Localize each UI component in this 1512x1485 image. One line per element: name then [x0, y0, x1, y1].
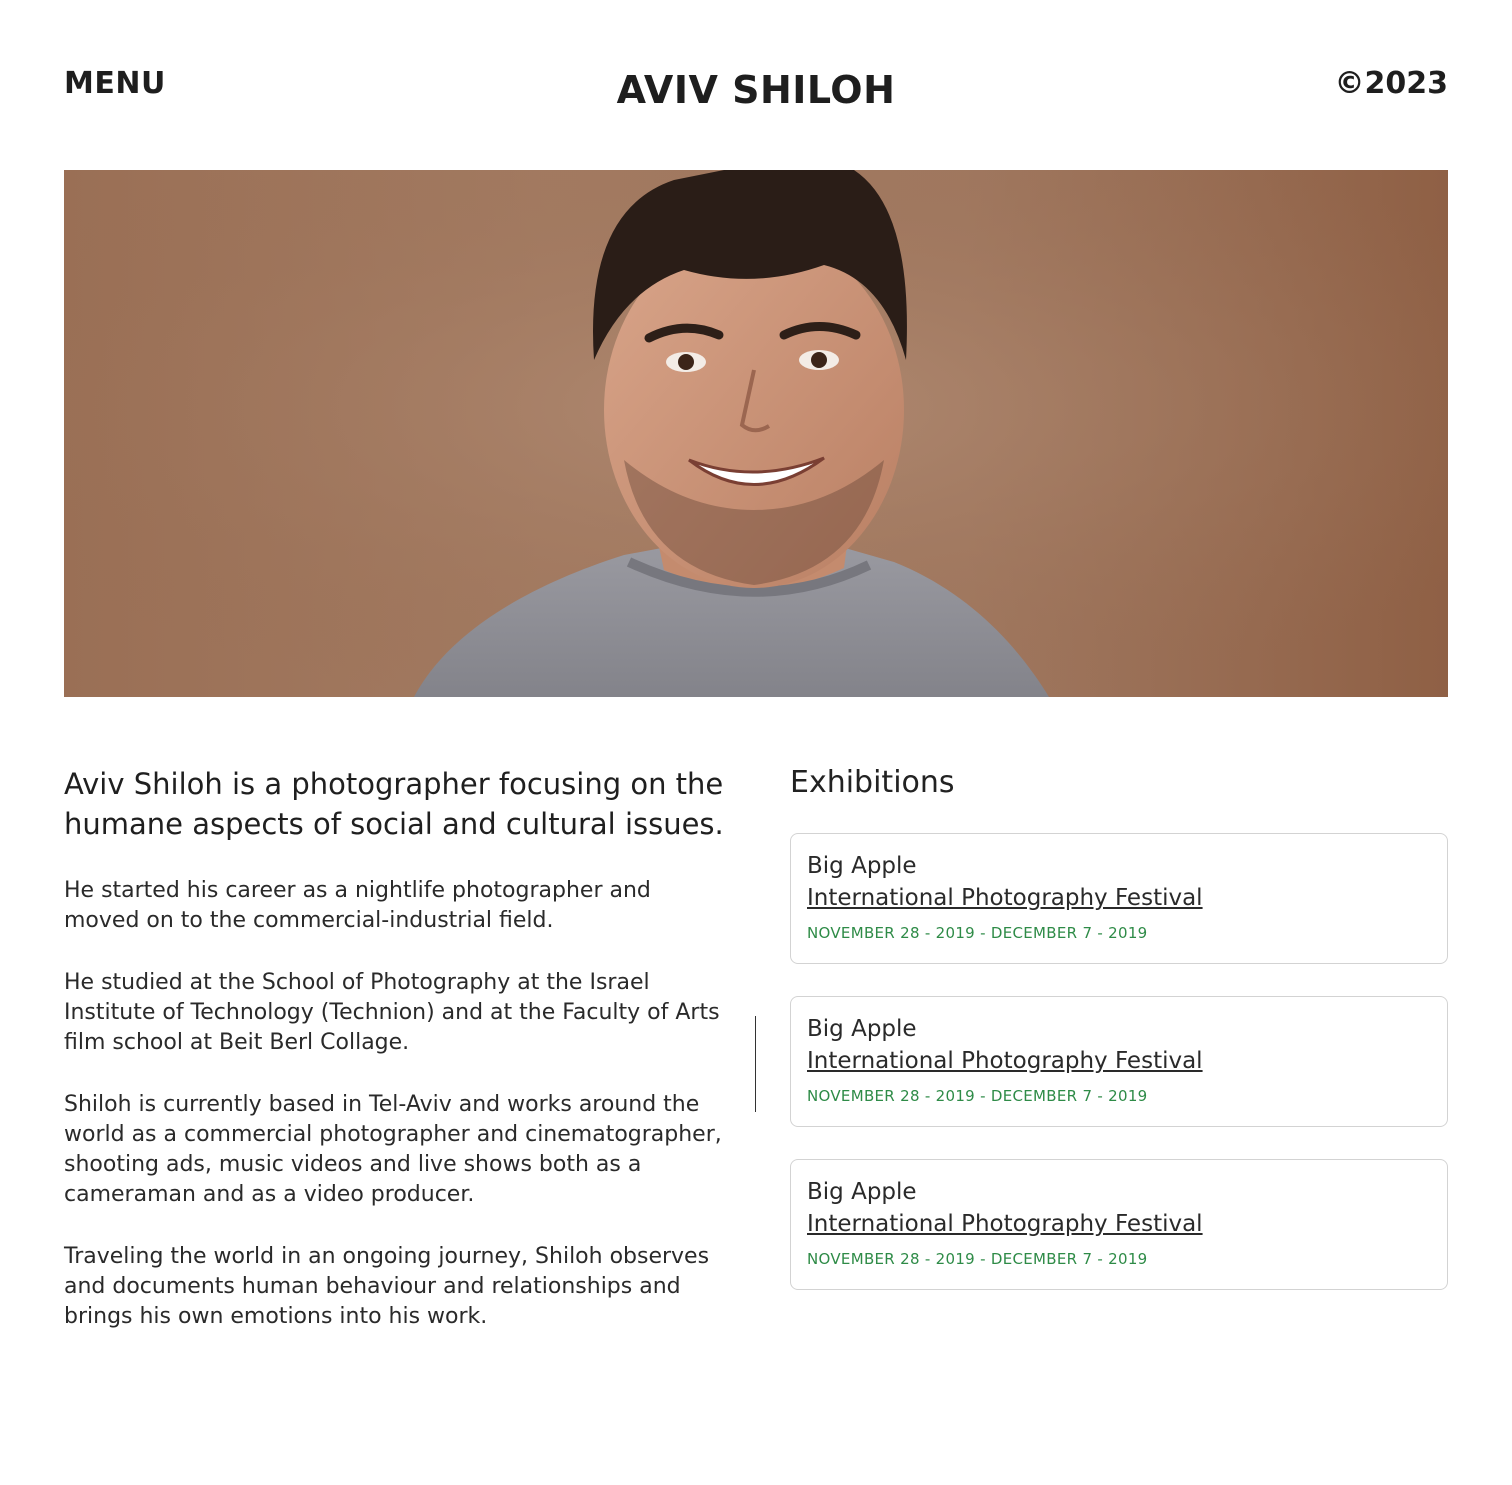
exhibition-dates: NOVEMBER 28 - 2019 - DECEMBER 7 - 2019 [807, 1250, 1148, 1268]
bio-section: Aviv Shiloh is a photographer focusing o… [64, 764, 724, 1364]
bio-paragraph: Traveling the world in an ongoing journe… [64, 1244, 710, 1329]
exhibition-name: Big Apple [807, 1179, 917, 1205]
exhibition-link[interactable]: International Photography Festival [807, 882, 1203, 914]
exhibition-link[interactable]: International Photography Festival [807, 1208, 1203, 1240]
exhibition-card: Big Apple International Photography Fest… [790, 996, 1448, 1127]
copyright-label: ©2023 [1334, 66, 1449, 101]
exhibition-link[interactable]: International Photography Festival [807, 1045, 1203, 1077]
exhibition-name: Big Apple [807, 1016, 917, 1042]
exhibition-dates: NOVEMBER 28 - 2019 - DECEMBER 7 - 2019 [807, 1087, 1148, 1105]
hero-portrait-image [64, 170, 1448, 697]
column-divider [755, 1016, 756, 1112]
site-header: MENU AVIV SHILOH ©2023 [64, 60, 1448, 120]
exhibition-card: Big Apple International Photography Fest… [790, 1159, 1448, 1290]
exhibition-name: Big Apple [807, 853, 917, 879]
exhibitions-heading: Exhibitions [790, 765, 955, 800]
exhibition-dates: NOVEMBER 28 - 2019 - DECEMBER 7 - 2019 [807, 924, 1148, 942]
exhibition-card: Big Apple International Photography Fest… [790, 833, 1448, 964]
bio-paragraph: Shiloh is currently based in Tel-Aviv an… [64, 1092, 722, 1207]
bio-paragraph: He studied at the School of Photography … [64, 970, 720, 1055]
bio-lead: Aviv Shiloh is a photographer focusing o… [64, 767, 724, 841]
site-title[interactable]: AVIV SHILOH [64, 68, 1448, 112]
bio-paragraph: He started his career as a nightlife pho… [64, 878, 651, 933]
portrait-photo-icon [64, 170, 1448, 697]
exhibitions-section: Exhibitions Big Apple International Phot… [790, 764, 1448, 1322]
